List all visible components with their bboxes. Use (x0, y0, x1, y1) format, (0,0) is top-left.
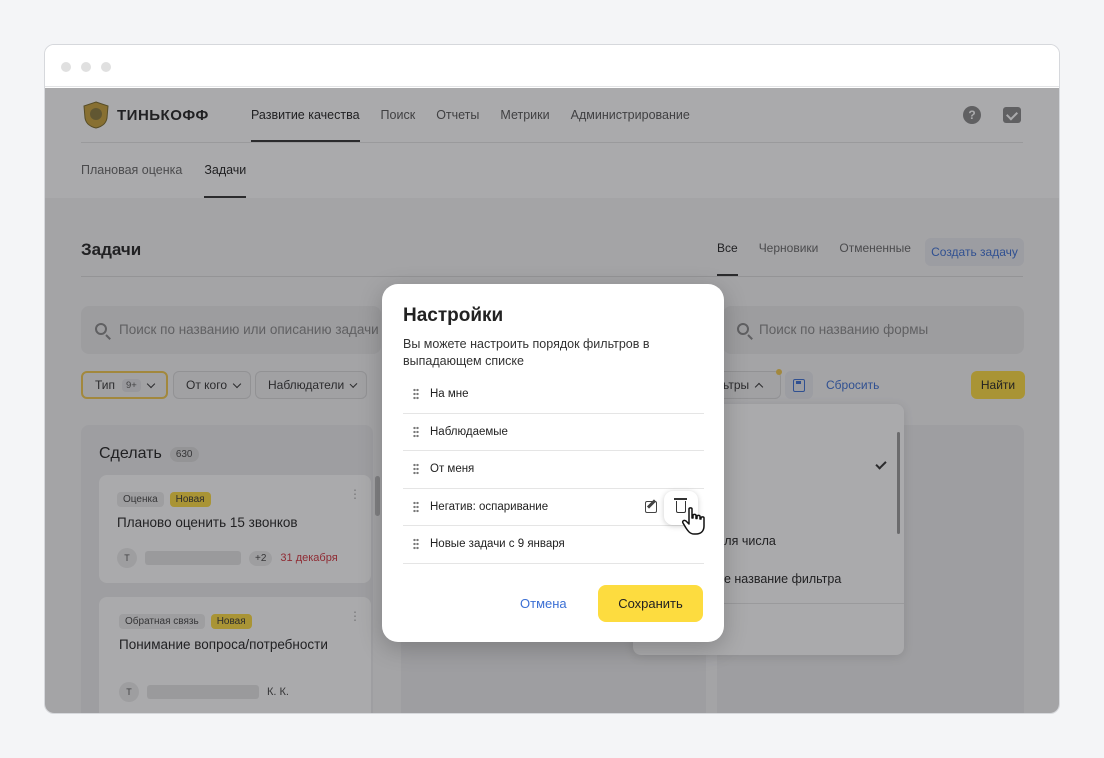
drag-handle-icon[interactable] (413, 388, 419, 400)
filter-name: Наблюдаемые (430, 425, 508, 438)
window-minimize-dot[interactable] (81, 62, 91, 72)
edit-icon[interactable] (645, 500, 657, 513)
window-maximize-dot[interactable] (101, 62, 111, 72)
settings-modal: Настройки Вы можете настроить порядок фи… (382, 284, 724, 642)
window-titlebar (45, 45, 1059, 87)
hand-cursor-icon (682, 507, 705, 535)
modal-title: Настройки (403, 305, 504, 326)
browser-window: ТИНЬКОФФ Развитие качества Поиск Отчеты … (44, 44, 1060, 714)
filter-name: На мне (430, 388, 469, 400)
filter-name: Новые задачи с 9 января (430, 538, 565, 551)
filter-order-item[interactable]: Наблюдаемые (403, 414, 704, 452)
filter-order-item[interactable]: От меня (403, 451, 704, 489)
drag-handle-icon[interactable] (413, 425, 419, 438)
cancel-button[interactable]: Отмена (520, 585, 567, 622)
filter-order-item[interactable]: Новые задачи с 9 января (403, 526, 704, 564)
drag-handle-icon[interactable] (413, 463, 419, 476)
filter-order-list: На мне Наблюдаемые От меня Негатив: оспа… (403, 376, 704, 564)
save-button[interactable]: Сохранить (598, 585, 703, 622)
window-close-dot[interactable] (61, 62, 71, 72)
filter-order-item[interactable]: Негатив: оспаривание (403, 489, 704, 527)
filter-name: От меня (430, 463, 475, 476)
drag-handle-icon[interactable] (413, 538, 419, 551)
filter-name: Негатив: оспаривание (430, 500, 549, 513)
drag-handle-icon[interactable] (413, 500, 419, 513)
filter-order-item[interactable]: На мне (403, 376, 704, 414)
modal-description: Вы можете настроить порядок фильтров в в… (403, 337, 650, 368)
app: ТИНЬКОФФ Развитие качества Поиск Отчеты … (45, 88, 1059, 713)
